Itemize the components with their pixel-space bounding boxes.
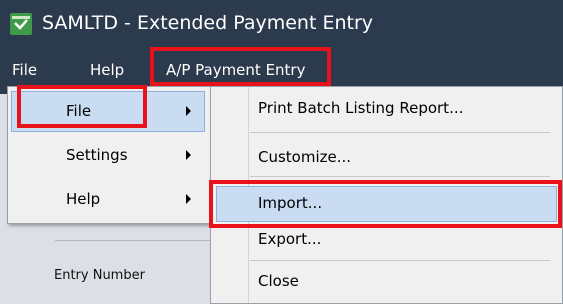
highlight-box-ap-menu (150, 47, 331, 86)
menu-help[interactable]: Help (90, 56, 124, 84)
submenu-separator (250, 132, 550, 133)
app-check-icon (10, 13, 32, 35)
submenu-separator (250, 176, 550, 177)
submenu-separator (250, 260, 550, 261)
window-title: SAMLTD - Extended Payment Entry (42, 12, 373, 34)
dropdown-item-label: Settings (66, 146, 128, 164)
form-divider (55, 240, 215, 241)
menu-file[interactable]: File (12, 56, 37, 84)
submenu-item-close[interactable]: Close (258, 270, 299, 292)
submenu-arrow-icon (186, 106, 191, 116)
dropdown-item-label: Help (66, 190, 101, 208)
highlight-box-import (209, 180, 562, 228)
submenu-item-customize[interactable]: Customize... (258, 146, 351, 168)
dropdown-item-settings[interactable]: Settings (12, 136, 204, 175)
submenu-arrow-icon (186, 194, 191, 204)
dropdown-item-help[interactable]: Help (12, 180, 204, 219)
highlight-box-file (17, 85, 147, 128)
submenu-item-export[interactable]: Export... (258, 228, 321, 250)
submenu-arrow-icon (186, 150, 191, 160)
submenu-item-print-batch-listing[interactable]: Print Batch Listing Report... (258, 97, 463, 119)
entry-number-label: Entry Number (54, 268, 145, 283)
